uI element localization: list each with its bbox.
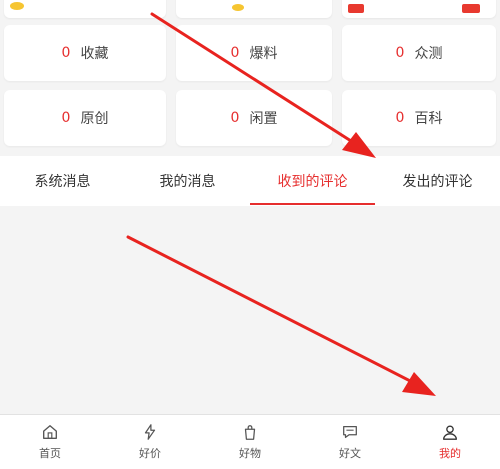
- message-tabs: 系统消息 我的消息 收到的评论 发出的评论: [0, 156, 500, 206]
- stat-count: 0: [230, 45, 240, 61]
- stat-count: 0: [61, 45, 71, 61]
- lightning-icon: [144, 424, 156, 440]
- stat-label: 爆料: [249, 46, 278, 62]
- stat-count: 0: [395, 110, 405, 126]
- stat-label: 原创: [80, 111, 109, 127]
- tab-system-messages[interactable]: 系统消息: [0, 156, 125, 206]
- envelope-icon: [348, 4, 364, 13]
- stat-count: 0: [61, 110, 71, 126]
- nav-mine[interactable]: 我的: [400, 415, 500, 469]
- nav-label: 好物: [239, 447, 261, 460]
- coin-icon: [10, 2, 24, 10]
- stat-label: 百科: [414, 111, 443, 127]
- top-card-3[interactable]: [342, 0, 496, 18]
- stat-count: 0: [395, 45, 405, 61]
- nav-label: 好价: [139, 447, 161, 460]
- stat-count: 0: [230, 110, 240, 126]
- nav-deals[interactable]: 好价: [100, 415, 200, 469]
- tab-received-comments[interactable]: 收到的评论: [250, 156, 375, 206]
- tab-my-messages[interactable]: 我的消息: [125, 156, 250, 206]
- tab-sent-comments[interactable]: 发出的评论: [375, 156, 500, 206]
- stat-label: 闲置: [249, 111, 278, 127]
- nav-label: 首页: [39, 447, 61, 460]
- stat-reviews[interactable]: 0 众测: [342, 25, 496, 81]
- nav-goods[interactable]: 好物: [200, 415, 300, 469]
- top-card-2[interactable]: [176, 0, 332, 18]
- nav-label: 好文: [339, 447, 361, 460]
- home-icon: [43, 425, 57, 439]
- nav-articles[interactable]: 好文: [300, 415, 400, 469]
- bag-icon: [244, 425, 256, 440]
- stat-idle[interactable]: 0 闲置: [176, 90, 332, 146]
- nav-home[interactable]: 首页: [0, 415, 100, 469]
- user-icon: [443, 425, 457, 440]
- stat-tips[interactable]: 0 爆料: [176, 25, 332, 81]
- stat-label: 众测: [414, 46, 443, 62]
- envelope-icon: [462, 4, 480, 13]
- coin-icon: [232, 4, 244, 11]
- chat-icon: [343, 425, 357, 439]
- stat-favorites[interactable]: 0 收藏: [4, 25, 166, 81]
- comments-content-area: [0, 206, 500, 414]
- stat-wiki[interactable]: 0 百科: [342, 90, 496, 146]
- top-card-1[interactable]: [4, 0, 166, 18]
- nav-label: 我的: [439, 447, 461, 460]
- top-cards-strip: [0, 0, 500, 22]
- bottom-nav: 首页 好价 好物 好文 我的: [0, 414, 500, 469]
- stat-original[interactable]: 0 原创: [4, 90, 166, 146]
- stat-label: 收藏: [80, 46, 109, 62]
